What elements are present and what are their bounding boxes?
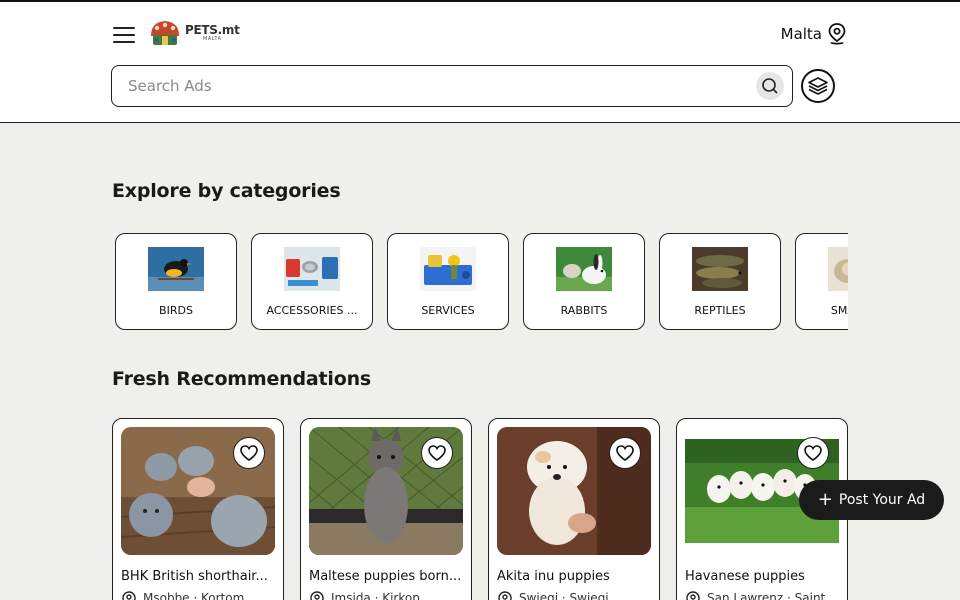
- categories-heading: Explore by categories: [112, 180, 341, 202]
- recommendations-heading: Fresh Recommendations: [112, 368, 372, 390]
- listing-location-text: Msobbe · Kortom...: [143, 591, 256, 600]
- category-card-accessories[interactable]: ACCESSORIES ...: [251, 233, 373, 330]
- recommendations-list: BHK British shorthair... Msobbe · Kortom…: [112, 418, 848, 600]
- bird-photo-icon: [148, 247, 204, 291]
- reptile-photo-icon: [692, 247, 748, 291]
- listing-location: San Lawrenz · Saint...: [685, 590, 839, 600]
- search-icon[interactable]: [756, 72, 784, 100]
- listing-card[interactable]: Maltese puppies born... Imsida · Kirkop.…: [300, 418, 472, 600]
- location-pin-icon: [498, 591, 512, 600]
- layers-icon[interactable]: [801, 69, 835, 103]
- listing-location: Imsida · Kirkop...: [309, 590, 463, 600]
- category-label: SMALL ...: [830, 304, 848, 317]
- services-photo-icon: [420, 247, 476, 291]
- location-selector[interactable]: Malta: [781, 22, 848, 46]
- search-input[interactable]: Search Ads: [128, 77, 792, 95]
- category-label: REPTILES: [694, 304, 746, 317]
- category-label: BIRDS: [159, 304, 193, 317]
- category-card-birds[interactable]: BIRDS: [115, 233, 237, 330]
- plus-icon: +: [817, 489, 833, 510]
- post-ad-button[interactable]: + Post Your Ad: [799, 480, 944, 520]
- menu-icon[interactable]: [113, 26, 135, 44]
- location-label: Malta: [780, 25, 822, 43]
- category-card-services[interactable]: SERVICES: [387, 233, 509, 330]
- logo-subtext: MALTA: [203, 36, 222, 42]
- category-label: SERVICES: [421, 304, 475, 317]
- location-pin-icon: [310, 591, 324, 600]
- listing-location-text: Swieqi · Swieqi...: [519, 591, 621, 600]
- post-ad-label: Post Your Ad: [838, 492, 926, 508]
- accessories-photo-icon: [284, 247, 340, 291]
- listing-location-text: Imsida · Kirkop...: [331, 591, 432, 600]
- location-pin-icon: [686, 591, 700, 600]
- category-label: RABBITS: [560, 304, 608, 317]
- search-bar[interactable]: Search Ads: [111, 65, 793, 107]
- listing-card[interactable]: Akita inu puppies Swieqi · Swieqi...: [488, 418, 660, 600]
- favorite-heart-icon[interactable]: [233, 437, 265, 469]
- categories-carousel[interactable]: BIRDS ACCESSORIES ... SERVICES RABBITS R…: [112, 232, 848, 332]
- rabbit-photo-icon: [556, 247, 612, 291]
- logo-text: PETS.mt: [185, 23, 240, 37]
- category-card-small-animals[interactable]: SMALL ...: [795, 233, 848, 330]
- listing-title: Havanese puppies: [685, 569, 805, 584]
- location-pin-icon: [828, 23, 846, 45]
- location-pin-icon: [122, 591, 136, 600]
- small-animal-photo-icon: [828, 247, 848, 291]
- favorite-heart-icon[interactable]: [609, 437, 641, 469]
- listing-location-text: San Lawrenz · Saint...: [707, 591, 837, 600]
- category-card-reptiles[interactable]: REPTILES: [659, 233, 781, 330]
- listing-title: Maltese puppies born...: [309, 569, 462, 584]
- header: PETS.mt MALTA Malta Search Ads: [0, 2, 960, 123]
- logo-mark-icon: [151, 21, 179, 45]
- listing-title: Akita inu puppies: [497, 569, 610, 584]
- favorite-heart-icon[interactable]: [421, 437, 453, 469]
- favorite-heart-icon[interactable]: [797, 437, 829, 469]
- site-logo[interactable]: PETS.mt MALTA: [148, 18, 240, 48]
- listing-location: Swieqi · Swieqi...: [497, 590, 651, 600]
- listing-card[interactable]: BHK British shorthair... Msobbe · Kortom…: [112, 418, 284, 600]
- listing-title: BHK British shorthair...: [121, 569, 268, 584]
- category-card-rabbits[interactable]: RABBITS: [523, 233, 645, 330]
- listing-location: Msobbe · Kortom...: [121, 590, 275, 600]
- category-label: ACCESSORIES ...: [266, 304, 358, 317]
